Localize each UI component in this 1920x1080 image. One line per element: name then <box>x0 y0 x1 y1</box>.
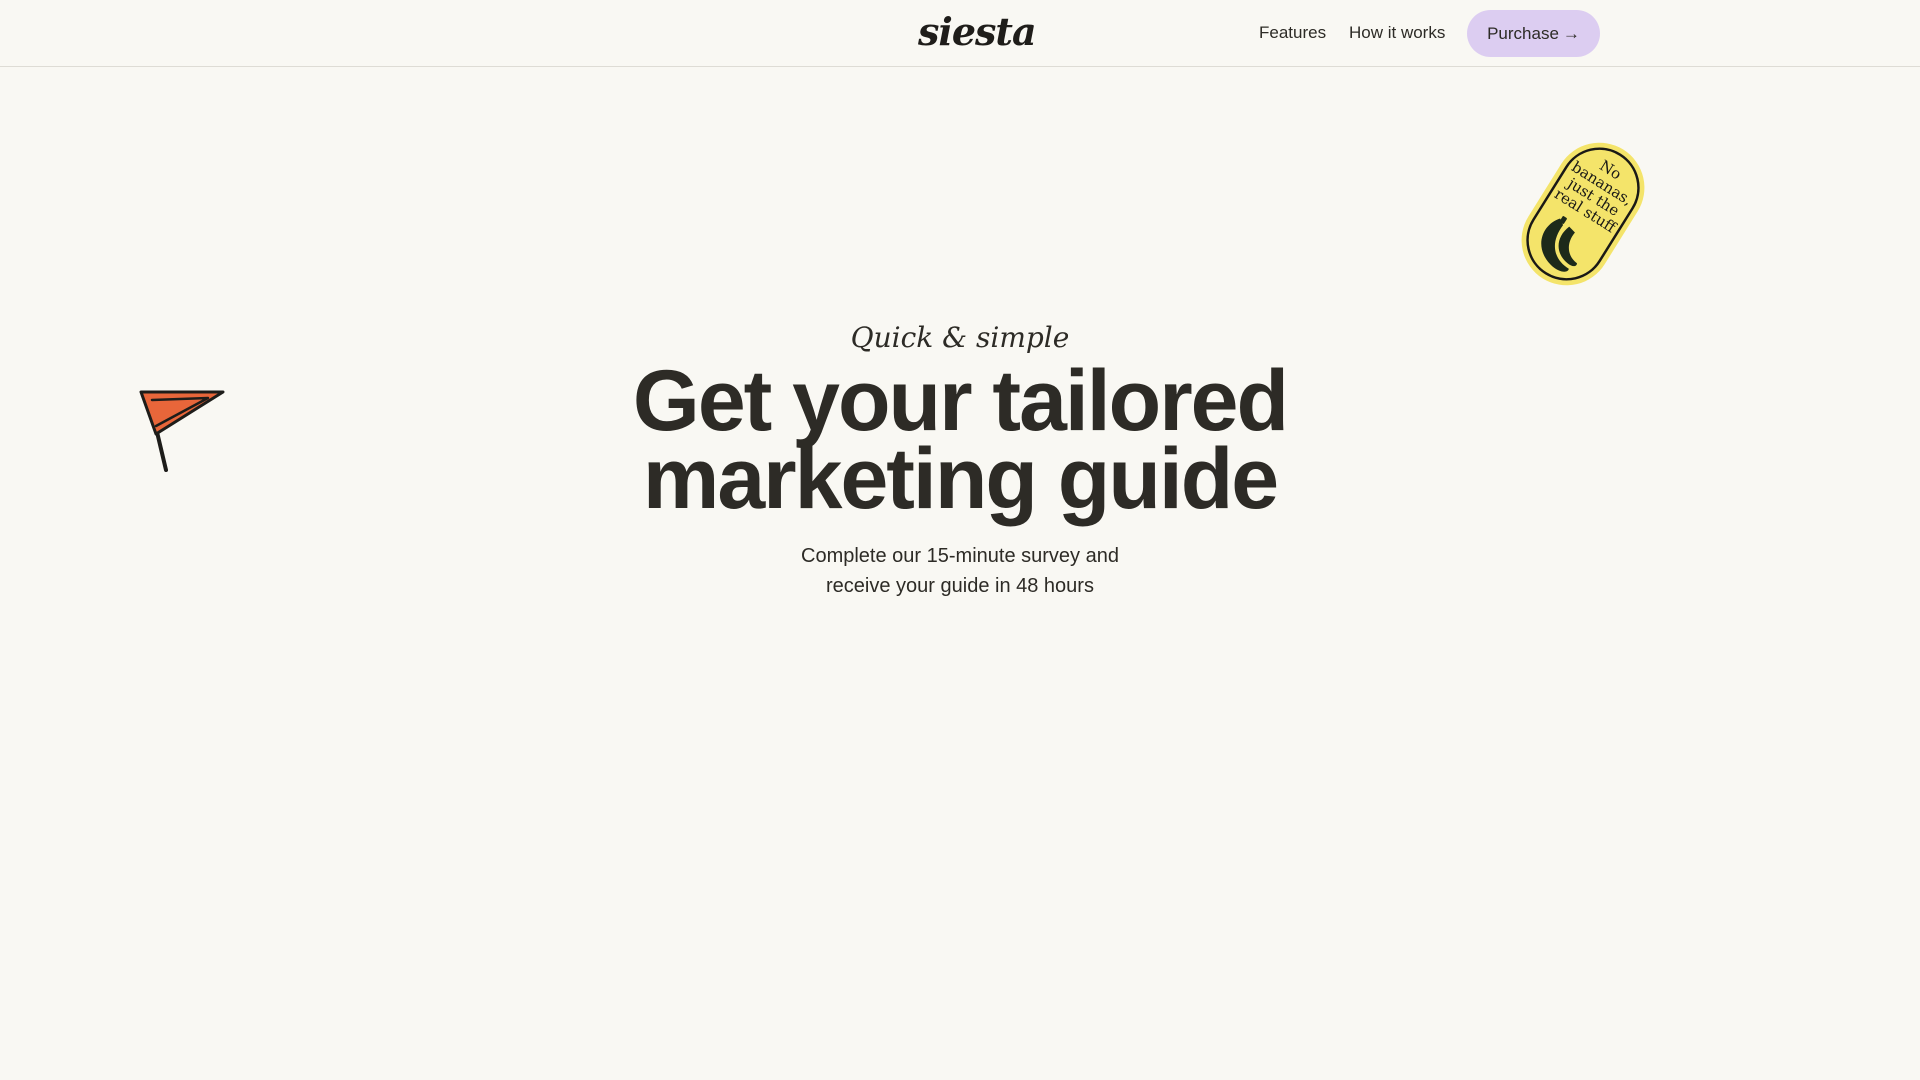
logo[interactable]: siesta <box>918 10 1037 54</box>
hero-headline: Get your tailored marketing guide <box>560 353 1360 527</box>
hero-headline-line-1: Get your tailored <box>632 353 1289 449</box>
purchase-button-label: Purchase <box>1487 23 1559 43</box>
hero-subtitle-line-1: Complete our 15-minute survey and <box>801 545 1119 567</box>
hero-subtitle-line-2: receive your guide in 48 hours <box>826 575 1094 597</box>
nav-link-how-it-works[interactable]: How it works <box>1349 20 1445 46</box>
site-header: siesta Features How it works Purchase → <box>0 0 1920 67</box>
no-bananas-sticker: No bananas, just the real stuff <box>1508 134 1658 294</box>
hero-subtitle: Complete our 15-minute survey and receiv… <box>760 541 1160 601</box>
page: siesta Features How it works Purchase → … <box>0 0 1920 1080</box>
sticker-body: No bananas, just the real stuff <box>1502 123 1664 305</box>
nav-link-features[interactable]: Features <box>1259 20 1326 46</box>
hero-eyebrow: Quick & simple <box>850 321 1070 354</box>
flag-icon <box>139 390 225 472</box>
hero-headline-line-2: marketing guide <box>642 431 1279 527</box>
arrow-right-icon: → <box>1562 24 1580 43</box>
purchase-button[interactable]: Purchase → <box>1467 10 1600 57</box>
